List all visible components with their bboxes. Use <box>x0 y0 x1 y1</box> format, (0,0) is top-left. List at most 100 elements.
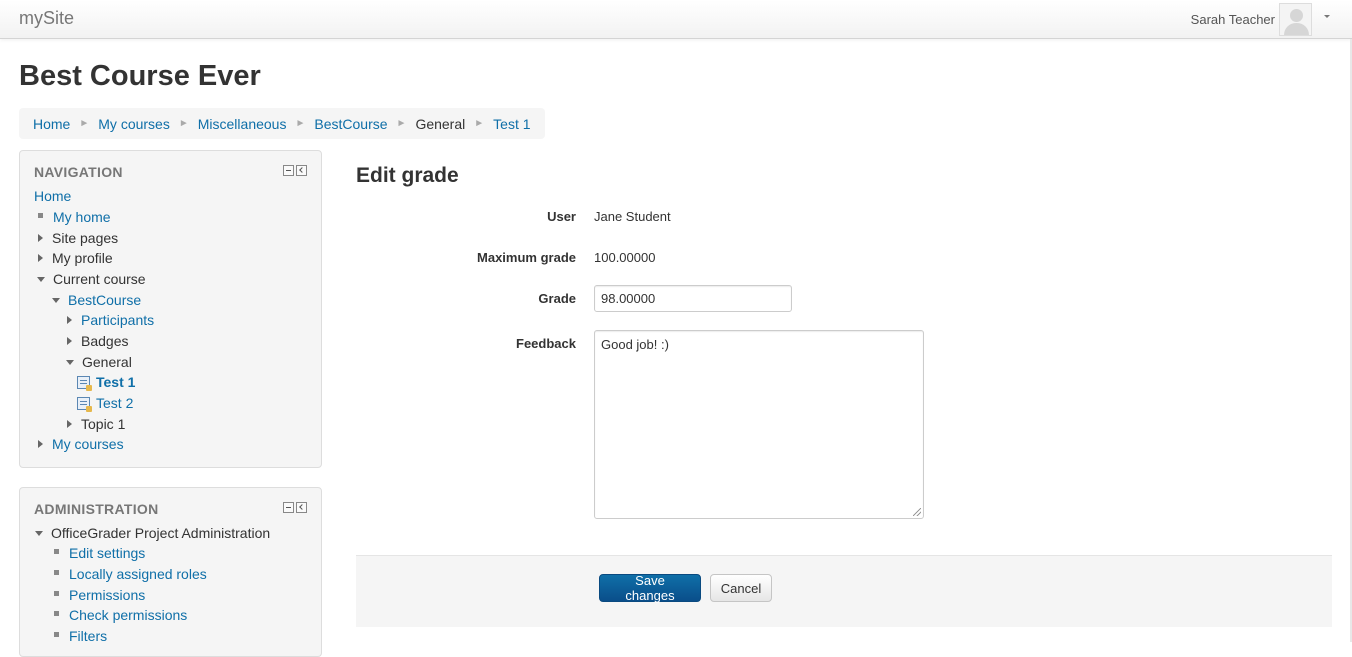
breadcrumb-separator-icon: ► <box>79 118 90 129</box>
nav-item-label[interactable]: Topic 1 <box>81 416 125 432</box>
navigation-block: NAVIGATION Home My home Site pages My pr… <box>19 150 322 468</box>
dock-block-icon[interactable] <box>296 165 307 176</box>
site-brand-link[interactable]: mySite <box>19 8 74 29</box>
breadcrumb-home[interactable]: Home <box>33 116 70 132</box>
user-name[interactable]: Sarah Teacher <box>1191 12 1275 27</box>
breadcrumb-separator-icon: ► <box>396 118 407 129</box>
bullet-icon <box>38 213 43 218</box>
admin-item-check-permissions[interactable]: Check permissions <box>54 605 187 625</box>
user-avatar-icon[interactable] <box>1279 2 1312 36</box>
expand-arrow-icon[interactable] <box>38 254 43 262</box>
user-row: User Jane Student <box>356 209 956 229</box>
nav-item-label[interactable]: My courses <box>52 436 124 452</box>
nav-item-test-2[interactable]: Test 2 <box>77 393 133 413</box>
cancel-button[interactable]: Cancel <box>710 574 772 602</box>
collapse-block-icon[interactable] <box>283 165 294 176</box>
breadcrumb-miscellaneous[interactable]: Miscellaneous <box>198 116 287 132</box>
nav-item-badges[interactable]: Badges <box>67 331 128 351</box>
user-menu[interactable]: Sarah Teacher <box>1191 2 1330 36</box>
nav-item-label[interactable]: General <box>82 354 132 370</box>
collapse-block-icon[interactable] <box>283 502 294 513</box>
dock-block-icon[interactable] <box>296 502 307 513</box>
grade-input[interactable]: 98.00000 <box>594 285 792 312</box>
quiz-icon <box>77 396 92 412</box>
block-controls <box>283 502 307 513</box>
nav-item-label[interactable]: Site pages <box>52 230 118 246</box>
feedback-row: Feedback Good job! :) <box>356 330 956 519</box>
admin-item-label[interactable]: Edit settings <box>69 545 145 561</box>
expand-arrow-icon[interactable] <box>38 440 43 448</box>
administration-block-title: ADMINISTRATION <box>34 501 159 517</box>
bullet-icon <box>54 549 59 554</box>
bullet-icon <box>54 632 59 637</box>
bullet-icon <box>54 591 59 596</box>
admin-item-label[interactable]: Permissions <box>69 587 145 603</box>
admin-item-edit-settings[interactable]: Edit settings <box>54 543 145 563</box>
save-changes-button[interactable]: Save changes <box>599 573 701 603</box>
nav-item-site-pages[interactable]: Site pages <box>38 228 118 248</box>
administration-block: ADMINISTRATION OfficeGrader Project Admi… <box>19 487 322 657</box>
collapse-arrow-icon[interactable] <box>66 359 74 365</box>
breadcrumb-test-1[interactable]: Test 1 <box>493 116 530 132</box>
nav-item-label[interactable]: Test 1 <box>96 374 135 390</box>
nav-item-bestcourse[interactable]: BestCourse <box>52 290 141 310</box>
user-label: User <box>547 209 576 224</box>
grade-label: Grade <box>538 291 576 306</box>
expand-arrow-icon[interactable] <box>67 316 72 324</box>
nav-item-label[interactable]: Participants <box>81 312 154 328</box>
maximum-grade-row: Maximum grade 100.00000 <box>356 250 956 270</box>
nav-item-label[interactable]: Current course <box>53 271 146 287</box>
feedback-label: Feedback <box>516 336 576 351</box>
breadcrumb-bestcourse[interactable]: BestCourse <box>314 116 387 132</box>
admin-item-label[interactable]: Locally assigned roles <box>69 566 207 582</box>
breadcrumb-my-courses[interactable]: My courses <box>98 116 170 132</box>
nav-item-general[interactable]: General <box>66 352 132 372</box>
chevron-down-icon[interactable] <box>1324 14 1330 18</box>
nav-item-test-1[interactable]: Test 1 <box>77 372 135 392</box>
collapse-arrow-icon[interactable] <box>35 530 43 536</box>
nav-item-current-course[interactable]: Current course <box>37 269 146 289</box>
feedback-text[interactable]: Good job! :) <box>601 337 669 352</box>
feedback-textarea[interactable]: Good job! :) <box>594 330 924 519</box>
page-title: Best Course Ever <box>19 60 261 92</box>
quiz-icon <box>77 375 92 391</box>
breadcrumb-separator-icon: ► <box>295 118 306 129</box>
breadcrumb: Home ► My courses ► Miscellaneous ► Best… <box>19 108 545 139</box>
top-navbar: mySite Sarah Teacher <box>0 0 1352 39</box>
nav-item-label[interactable]: Badges <box>81 333 128 349</box>
maximum-grade-value: 100.00000 <box>594 250 656 265</box>
expand-arrow-icon[interactable] <box>67 337 72 345</box>
edit-grade-heading: Edit grade <box>356 164 459 187</box>
resize-handle-icon[interactable] <box>913 508 921 516</box>
nav-item-label[interactable]: BestCourse <box>68 292 141 308</box>
admin-item-label[interactable]: Check permissions <box>69 607 187 623</box>
bullet-icon <box>54 611 59 616</box>
expand-arrow-icon[interactable] <box>38 234 43 242</box>
bullet-icon <box>54 570 59 575</box>
nav-item-my-courses[interactable]: My courses <box>38 434 124 454</box>
admin-item-filters[interactable]: Filters <box>54 626 107 646</box>
grade-row: Grade 98.00000 <box>356 285 956 312</box>
admin-item-project-administration[interactable]: OfficeGrader Project Administration <box>35 523 270 543</box>
nav-item-my-home[interactable]: My home <box>38 207 111 227</box>
form-actions: Save changes Cancel <box>356 555 1332 627</box>
nav-item-label[interactable]: My profile <box>52 250 113 266</box>
admin-item-permissions[interactable]: Permissions <box>54 585 145 605</box>
breadcrumb-general: General <box>415 115 466 132</box>
admin-item-label[interactable]: OfficeGrader Project Administration <box>51 525 270 541</box>
nav-item-participants[interactable]: Participants <box>67 310 154 330</box>
navigation-block-title: NAVIGATION <box>34 164 123 180</box>
block-controls <box>283 165 307 176</box>
nav-item-label[interactable]: Home <box>34 188 71 204</box>
collapse-arrow-icon[interactable] <box>37 276 45 282</box>
nav-item-label[interactable]: Test 2 <box>96 395 133 411</box>
nav-item-my-profile[interactable]: My profile <box>38 248 113 268</box>
admin-item-locally-assigned-roles[interactable]: Locally assigned roles <box>54 564 207 584</box>
user-value: Jane Student <box>594 209 671 224</box>
nav-item-label[interactable]: My home <box>53 209 111 225</box>
nav-item-home[interactable]: Home <box>34 186 71 206</box>
breadcrumb-separator-icon: ► <box>474 118 485 129</box>
expand-arrow-icon[interactable] <box>67 420 72 428</box>
nav-item-topic-1[interactable]: Topic 1 <box>67 414 125 434</box>
collapse-arrow-icon[interactable] <box>52 297 60 303</box>
